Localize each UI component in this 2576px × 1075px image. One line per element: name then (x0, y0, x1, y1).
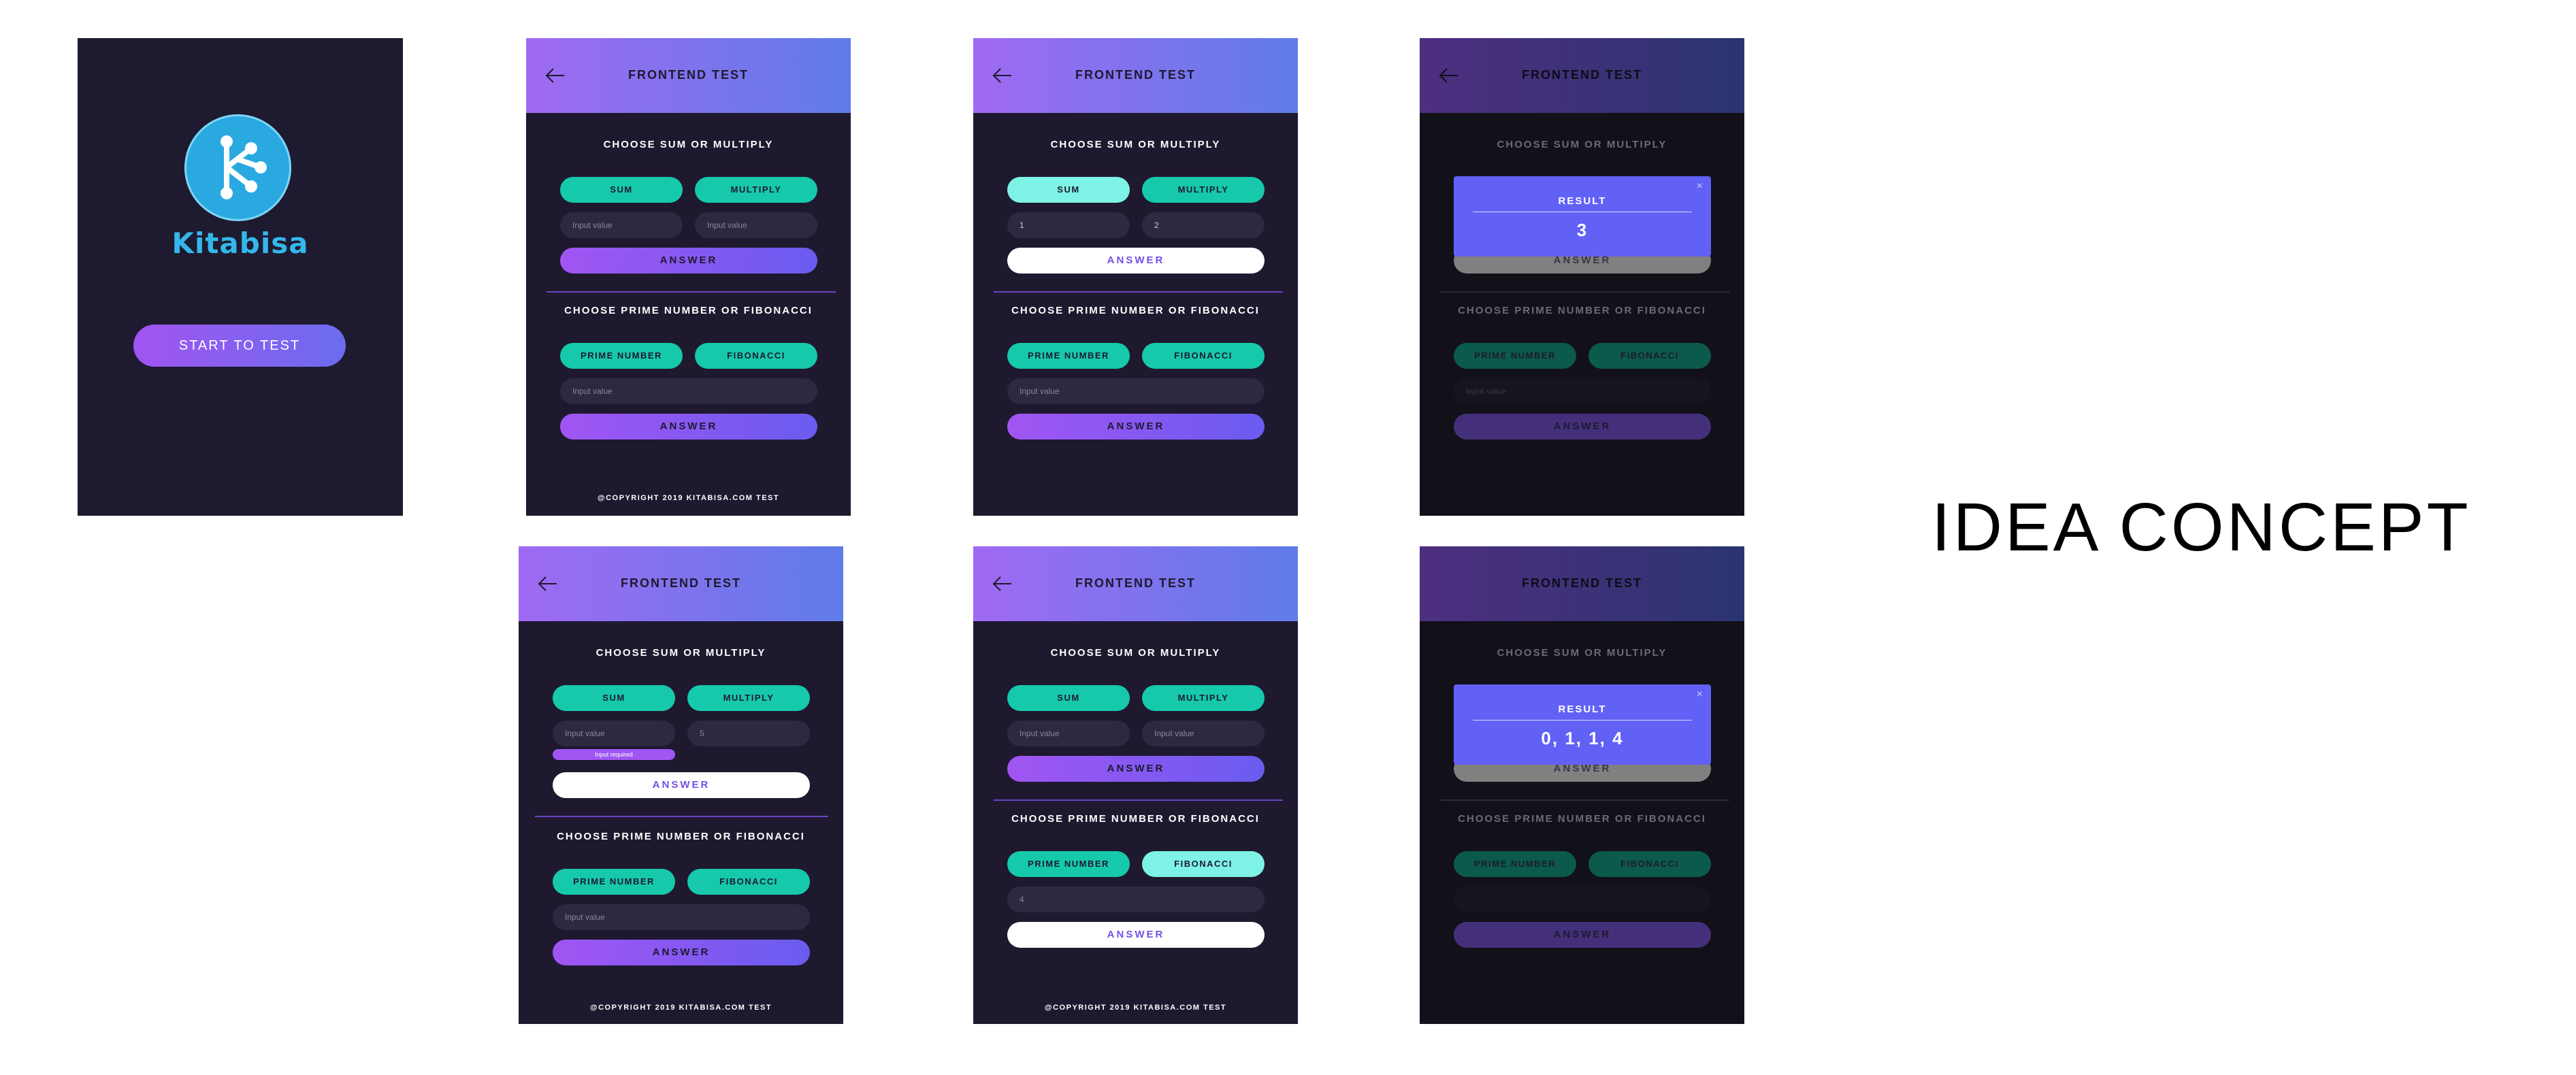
header-title: FRONTEND TEST (1522, 68, 1642, 82)
section-title-prime: CHOOSE PRIME NUMBER OR FIBONACCI (557, 831, 805, 842)
input-field-prime[interactable] (1454, 887, 1711, 912)
answer-button-sum[interactable]: ANSWER (560, 248, 817, 274)
multiply-button[interactable]: MULTIPLY (1142, 177, 1265, 203)
app-header: FRONTEND TEST (973, 546, 1298, 621)
answer-button-sum[interactable]: ANSWER (553, 772, 810, 798)
sum-button[interactable]: SUM (1007, 685, 1130, 711)
section-title-sum: CHOOSE SUM OR MULTIPLY (596, 647, 766, 659)
section-divider (994, 291, 1283, 293)
copyright-footer: @COPYRIGHT 2019 KITABISA.COM TEST (597, 494, 780, 502)
input-field-prime[interactable]: Input value (1454, 378, 1711, 404)
answer-button-sum[interactable]: ANSWER (1007, 756, 1265, 782)
result-divider (1473, 720, 1692, 721)
prime-number-button[interactable]: PRIME NUMBER (1454, 851, 1576, 877)
answer-button-prime[interactable]: ANSWER (553, 940, 810, 965)
app-header: FRONTEND TEST (973, 38, 1298, 113)
section-divider (1440, 291, 1729, 293)
fibonacci-button[interactable]: FIBONACCI (1588, 343, 1711, 369)
app-header: FRONTEND TEST (1420, 38, 1744, 113)
result-title: RESULT (1558, 704, 1607, 715)
input-field-prime[interactable]: Input value (1007, 378, 1265, 404)
start-to-test-button[interactable]: START TO TEST (133, 325, 346, 367)
input-field-prime[interactable]: Input value (553, 904, 810, 930)
section-divider (994, 799, 1283, 801)
multiply-button[interactable]: MULTIPLY (687, 685, 810, 711)
section-title-sum: CHOOSE SUM OR MULTIPLY (1497, 139, 1667, 150)
app-header: FRONTEND TEST (519, 546, 843, 621)
copyright-footer: @COPYRIGHT 2019 KITABISA.COM TEST (589, 1004, 772, 1012)
fibonacci-button[interactable]: FIBONACCI (1588, 851, 1711, 877)
section-title-prime: CHOOSE PRIME NUMBER OR FIBONACCI (564, 305, 813, 316)
idea-concept-caption: IDEA CONCEPT (1931, 489, 2471, 565)
section-divider (1440, 799, 1729, 801)
result-modal: × RESULT 0, 1, 1, 4 (1454, 684, 1711, 765)
app-screen-sum-filled: FRONTEND TEST CHOOSE SUM OR MULTIPLY SUM… (973, 38, 1298, 516)
result-value: 3 (1576, 220, 1588, 240)
section-title-prime: CHOOSE PRIME NUMBER OR FIBONACCI (1458, 305, 1706, 316)
fibonacci-button[interactable]: FIBONACCI (687, 869, 810, 895)
section-title-sum: CHOOSE SUM OR MULTIPLY (1497, 647, 1667, 659)
app-screen-result-sum: FRONTEND TEST CHOOSE SUM OR MULTIPLY ANS… (1420, 38, 1744, 516)
input-field-a[interactable]: Input value (560, 212, 683, 238)
header-title: FRONTEND TEST (628, 68, 749, 82)
section-title-prime: CHOOSE PRIME NUMBER OR FIBONACCI (1011, 305, 1260, 316)
close-icon[interactable]: × (1697, 180, 1703, 193)
prime-number-button[interactable]: PRIME NUMBER (553, 869, 675, 895)
kitabisa-logo-icon (184, 114, 291, 221)
section-title-prime: CHOOSE PRIME NUMBER OR FIBONACCI (1011, 813, 1260, 825)
answer-button-prime[interactable]: ANSWER (1007, 414, 1265, 440)
result-modal: × RESULT 3 (1454, 176, 1711, 257)
result-value: 0, 1, 1, 4 (1541, 728, 1624, 748)
input-field-b[interactable]: Input value (1142, 721, 1265, 746)
answer-button-prime[interactable]: ANSWER (1454, 922, 1711, 948)
input-field-a[interactable]: 1 (1007, 212, 1130, 238)
splash-screen: Kitabisa START TO TEST (78, 38, 403, 516)
answer-button-prime[interactable]: ANSWER (560, 414, 817, 440)
fibonacci-button[interactable]: FIBONACCI (1142, 343, 1265, 369)
header-title: FRONTEND TEST (1075, 68, 1196, 82)
sum-button[interactable]: SUM (1007, 177, 1130, 203)
result-title: RESULT (1558, 195, 1607, 207)
input-required-error: Input required (553, 749, 675, 760)
answer-button-prime[interactable]: ANSWER (1007, 922, 1265, 948)
answer-button-prime[interactable]: ANSWER (1454, 414, 1711, 440)
app-header: FRONTEND TEST (526, 38, 851, 113)
close-icon[interactable]: × (1697, 689, 1703, 701)
app-screen-result-fibonacci: FRONTEND TEST CHOOSE SUM OR MULTIPLY ANS… (1420, 546, 1744, 1024)
input-field-prime[interactable]: 4 (1007, 887, 1265, 912)
copyright-footer: @COPYRIGHT 2019 KITABISA.COM TEST (1044, 1004, 1227, 1012)
multiply-button[interactable]: MULTIPLY (1142, 685, 1265, 711)
prime-number-button[interactable]: PRIME NUMBER (1454, 343, 1576, 369)
section-divider (547, 291, 836, 293)
input-field-b[interactable]: 2 (1142, 212, 1265, 238)
input-field-prime[interactable]: Input value (560, 378, 817, 404)
input-field-a[interactable]: Input value (553, 721, 675, 746)
input-field-b[interactable]: Input value (695, 212, 817, 238)
multiply-button[interactable]: MULTIPLY (695, 177, 817, 203)
section-title-sum: CHOOSE SUM OR MULTIPLY (1050, 647, 1221, 659)
section-divider (535, 816, 828, 817)
app-screen-fibonacci: FRONTEND TEST CHOOSE SUM OR MULTIPLY SUM… (973, 546, 1298, 1024)
sum-button[interactable]: SUM (553, 685, 675, 711)
header-title: FRONTEND TEST (1075, 576, 1196, 590)
prime-number-button[interactable]: PRIME NUMBER (560, 343, 683, 369)
sum-button[interactable]: SUM (560, 177, 683, 203)
section-title-prime: CHOOSE PRIME NUMBER OR FIBONACCI (1458, 813, 1706, 825)
section-title-sum: CHOOSE SUM OR MULTIPLY (603, 139, 774, 150)
answer-button-sum[interactable]: ANSWER (1007, 248, 1265, 274)
app-screen-default: FRONTEND TEST CHOOSE SUM OR MULTIPLY SUM… (526, 38, 851, 516)
section-title-sum: CHOOSE SUM OR MULTIPLY (1050, 139, 1221, 150)
logo-wordmark: Kitabisa (172, 227, 309, 260)
header-title: FRONTEND TEST (1522, 576, 1642, 590)
prime-number-button[interactable]: PRIME NUMBER (1007, 851, 1130, 877)
fibonacci-button[interactable]: FIBONACCI (695, 343, 817, 369)
fibonacci-button[interactable]: FIBONACCI (1142, 851, 1265, 877)
app-header: FRONTEND TEST (1420, 546, 1744, 621)
input-field-a[interactable]: Input value (1007, 721, 1130, 746)
app-screen-validation: FRONTEND TEST CHOOSE SUM OR MULTIPLY SUM… (519, 546, 843, 1024)
prime-number-button[interactable]: PRIME NUMBER (1007, 343, 1130, 369)
input-field-b[interactable]: 5 (687, 721, 810, 746)
header-title: FRONTEND TEST (621, 576, 741, 590)
